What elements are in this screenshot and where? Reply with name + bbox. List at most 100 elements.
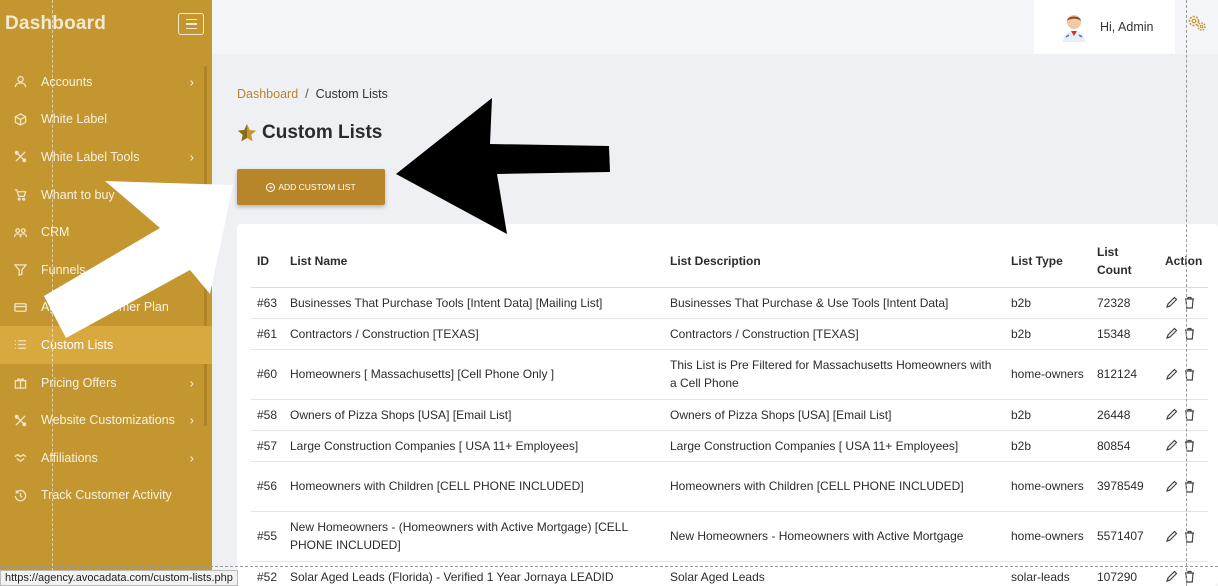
edit-pencil-icon[interactable] bbox=[1165, 570, 1178, 583]
column-header-id[interactable]: ID bbox=[251, 236, 284, 288]
cell-list-type: home-owners bbox=[1005, 511, 1091, 562]
sidebar-item-crm[interactable]: CRM bbox=[0, 213, 212, 251]
column-header-list-type[interactable]: List Type bbox=[1005, 236, 1091, 288]
cell-list-type: b2b bbox=[1005, 399, 1091, 431]
delete-trash-icon[interactable] bbox=[1183, 296, 1196, 309]
cell-list-description: Owners of Pizza Shops [USA] [Email List] bbox=[664, 399, 1005, 431]
sidebar-item-label: Agency Customer Plan bbox=[41, 300, 169, 315]
table-row: #58 Owners of Pizza Shops [USA] [Email L… bbox=[251, 399, 1209, 431]
delete-trash-icon[interactable] bbox=[1183, 439, 1196, 452]
history-icon bbox=[12, 488, 28, 502]
cell-id: #58 bbox=[251, 399, 284, 431]
sidebar-nav: Accounts › White Label White Label Tools… bbox=[0, 63, 212, 514]
cell-list-count: 107290 bbox=[1091, 561, 1159, 586]
sidebar-item-custom-lists[interactable]: Custom Lists bbox=[0, 326, 212, 364]
cell-id: #60 bbox=[251, 349, 284, 400]
cell-list-count: 26448 bbox=[1091, 399, 1159, 431]
cell-id: #56 bbox=[251, 461, 284, 512]
cell-id: #55 bbox=[251, 511, 284, 562]
list-icon bbox=[12, 338, 28, 352]
sidebar-item-label: CRM bbox=[41, 225, 70, 240]
add-custom-list-label: ADD CUSTOM LIST bbox=[278, 182, 356, 192]
sidebar-item-affiliations[interactable]: Affiliations › bbox=[0, 439, 212, 477]
cell-actions bbox=[1159, 511, 1209, 562]
delete-trash-icon[interactable] bbox=[1183, 368, 1196, 381]
cell-list-description: New Homeowners - Homeowners with Active … bbox=[664, 511, 1005, 562]
cell-list-count: 812124 bbox=[1091, 349, 1159, 400]
plus-circle-icon: + bbox=[266, 182, 276, 192]
cell-list-type: b2b bbox=[1005, 430, 1091, 462]
edit-pencil-icon[interactable] bbox=[1165, 408, 1178, 421]
status-bar-url: https://agency.avocadata.com/custom-list… bbox=[0, 570, 238, 586]
gift-icon bbox=[12, 376, 28, 390]
edit-pencil-icon[interactable] bbox=[1165, 439, 1178, 452]
breadcrumb: Dashboard / Custom Lists bbox=[237, 87, 388, 101]
user-menu[interactable]: Hi, Admin bbox=[1034, 0, 1175, 54]
sidebar-item-label: Accounts bbox=[41, 74, 93, 89]
sidebar-item-label: Affiliations bbox=[41, 450, 98, 465]
cell-list-description: Large Construction Companies [ USA 11+ E… bbox=[664, 430, 1005, 462]
black-arrow bbox=[396, 98, 610, 234]
sidebar-item-accounts[interactable]: Accounts › bbox=[0, 63, 212, 101]
sidebar-item-label: White Label bbox=[41, 112, 108, 127]
guide-line bbox=[0, 566, 1218, 567]
column-header-list-count[interactable]: List Count bbox=[1091, 236, 1159, 288]
guide-line bbox=[52, 0, 53, 586]
cell-actions bbox=[1159, 561, 1209, 586]
cell-id: #63 bbox=[251, 287, 284, 319]
cell-list-count: 80854 bbox=[1091, 430, 1159, 462]
sidebar-item-agency-customer-plan[interactable]: Agency Customer Plan bbox=[0, 289, 212, 327]
delete-trash-icon[interactable] bbox=[1183, 327, 1196, 340]
table-row: #57 Large Construction Companies [ USA 1… bbox=[251, 430, 1209, 462]
edit-pencil-icon[interactable] bbox=[1165, 530, 1178, 543]
sidebar-item-white-label-tools[interactable]: White Label Tools › bbox=[0, 138, 212, 176]
delete-trash-icon[interactable] bbox=[1183, 530, 1196, 543]
sidebar-item-white-label[interactable]: White Label bbox=[0, 101, 212, 139]
chevron-right-icon: › bbox=[189, 375, 194, 391]
column-header-list-name[interactable]: List Name bbox=[284, 236, 664, 288]
sidebar-item-funnels[interactable]: Funnels bbox=[0, 251, 212, 289]
cube-icon bbox=[12, 112, 28, 126]
custom-lists-table: ID List Name List Description List Type … bbox=[251, 236, 1209, 586]
avatar bbox=[1063, 15, 1085, 42]
sidebar-item-whant-to-buy[interactable]: Whant to buy bbox=[0, 176, 212, 214]
cell-list-name: Businesses That Purchase Tools [Intent D… bbox=[284, 287, 664, 319]
handshake-icon bbox=[12, 451, 28, 465]
chevron-right-icon: › bbox=[189, 74, 194, 90]
sidebar: Dashboard Accounts › White Label White L… bbox=[0, 0, 212, 586]
edit-pencil-icon[interactable] bbox=[1165, 480, 1178, 493]
star-icon bbox=[238, 124, 256, 142]
sidebar-item-track-customer-activity[interactable]: Track Customer Activity bbox=[0, 477, 212, 515]
add-custom-list-button[interactable]: + ADD CUSTOM LIST bbox=[237, 169, 385, 205]
cell-id: #52 bbox=[251, 561, 284, 586]
cell-list-type: solar-leads bbox=[1005, 561, 1091, 586]
cell-actions bbox=[1159, 461, 1209, 512]
table-row: #61 Contractors / Construction [TEXAS] C… bbox=[251, 318, 1209, 350]
column-header-list-description[interactable]: List Description bbox=[664, 236, 1005, 288]
cell-list-type: b2b bbox=[1005, 287, 1091, 319]
menu-toggle-button[interactable] bbox=[178, 13, 204, 35]
card-icon bbox=[12, 300, 28, 314]
cell-list-count: 15348 bbox=[1091, 318, 1159, 350]
delete-trash-icon[interactable] bbox=[1183, 480, 1196, 493]
edit-pencil-icon[interactable] bbox=[1165, 368, 1178, 381]
delete-trash-icon[interactable] bbox=[1183, 570, 1196, 583]
settings-gear-icon[interactable] bbox=[1186, 12, 1208, 34]
edit-pencil-icon[interactable] bbox=[1165, 296, 1178, 309]
page-title-text: Custom Lists bbox=[262, 122, 383, 143]
chevron-right-icon: › bbox=[189, 412, 194, 428]
breadcrumb-home-link[interactable]: Dashboard bbox=[237, 87, 298, 101]
delete-trash-icon[interactable] bbox=[1183, 408, 1196, 421]
tools-icon bbox=[12, 150, 28, 164]
users-icon bbox=[12, 225, 28, 239]
brand-title[interactable]: Dashboard bbox=[5, 13, 106, 35]
cell-id: #57 bbox=[251, 430, 284, 462]
edit-pencil-icon[interactable] bbox=[1165, 327, 1178, 340]
cell-list-name: Homeowners with Children [CELL PHONE INC… bbox=[284, 461, 664, 512]
cell-actions bbox=[1159, 287, 1209, 319]
sidebar-item-website-customizations[interactable]: Website Customizations › bbox=[0, 401, 212, 439]
cell-actions bbox=[1159, 430, 1209, 462]
table-row: #56 Homeowners with Children [CELL PHONE… bbox=[251, 461, 1209, 512]
sidebar-item-pricing-offers[interactable]: Pricing Offers › bbox=[0, 364, 212, 402]
cell-id: #61 bbox=[251, 318, 284, 350]
